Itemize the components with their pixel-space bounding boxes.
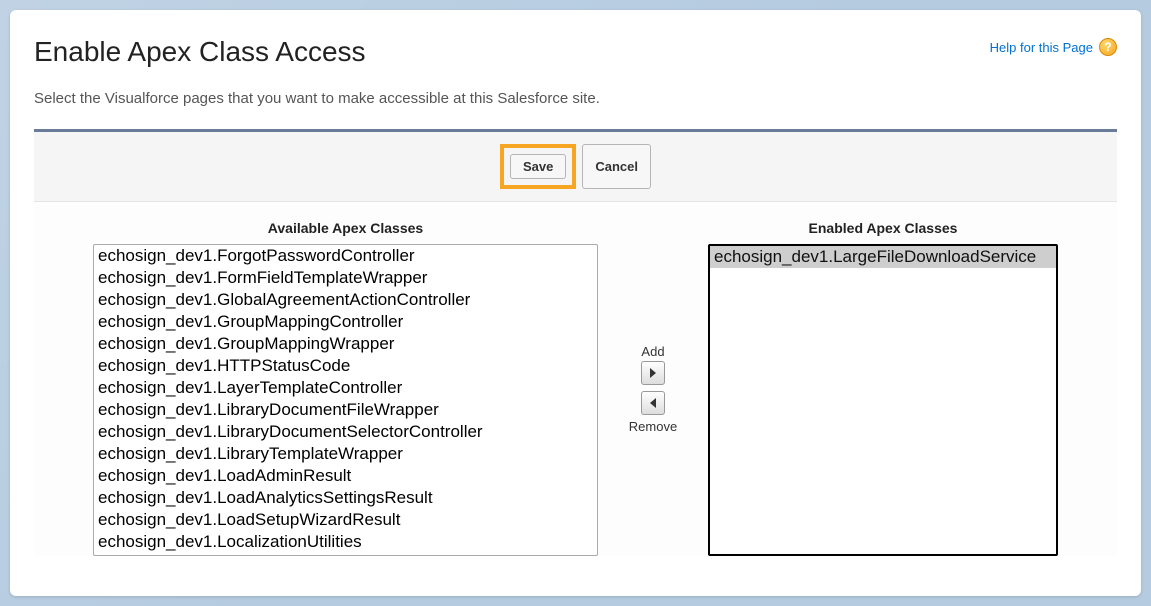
list-item[interactable]: echosign_dev1.LoadAdminResult bbox=[94, 465, 597, 487]
cancel-button[interactable]: Cancel bbox=[582, 144, 651, 189]
list-item[interactable]: echosign_dev1.GlobalAgreementActionContr… bbox=[94, 289, 597, 311]
list-item[interactable]: echosign_dev1.LargeFileDownloadService bbox=[710, 246, 1056, 268]
button-row: Save Cancel bbox=[34, 132, 1117, 202]
available-label: Available Apex Classes bbox=[268, 220, 423, 236]
list-item[interactable]: echosign_dev1.LayerTemplateController bbox=[94, 377, 597, 399]
list-item[interactable]: echosign_dev1.HTTPStatusCode bbox=[94, 355, 597, 377]
available-listbox[interactable]: echosign_dev1.ForgotPasswordControllerec… bbox=[93, 244, 598, 556]
list-item[interactable]: echosign_dev1.LocalizationUtilities bbox=[94, 531, 597, 553]
help-icon: ? bbox=[1099, 38, 1117, 56]
list-item[interactable]: echosign_dev1.LibraryDocumentFileWrapper bbox=[94, 399, 597, 421]
enabled-label: Enabled Apex Classes bbox=[809, 220, 958, 236]
list-item[interactable]: echosign_dev1.ForgotPasswordController bbox=[94, 245, 597, 267]
help-link[interactable]: Help for this Page ? bbox=[990, 28, 1117, 56]
list-item[interactable]: echosign_dev1.LibraryTemplateWrapper bbox=[94, 443, 597, 465]
remove-label: Remove bbox=[629, 419, 677, 434]
available-column: Available Apex Classes echosign_dev1.For… bbox=[93, 220, 598, 556]
list-item[interactable]: echosign_dev1.FormFieldTemplateWrapper bbox=[94, 267, 597, 289]
header-row: Enable Apex Class Access Help for this P… bbox=[34, 28, 1117, 80]
list-item[interactable]: echosign_dev1.GroupMappingController bbox=[94, 311, 597, 333]
dual-listbox: Available Apex Classes echosign_dev1.For… bbox=[34, 202, 1117, 556]
form-panel: Save Cancel Available Apex Classes echos… bbox=[34, 129, 1117, 556]
page-container: Enable Apex Class Access Help for this P… bbox=[10, 10, 1141, 596]
list-item[interactable]: echosign_dev1.LoadSetupWizardResult bbox=[94, 509, 597, 531]
enabled-listbox[interactable]: echosign_dev1.LargeFileDownloadService bbox=[708, 244, 1058, 556]
save-highlight: Save bbox=[500, 144, 576, 189]
list-item[interactable]: echosign_dev1.GroupMappingWrapper bbox=[94, 333, 597, 355]
remove-button[interactable] bbox=[641, 391, 665, 415]
page-description: Select the Visualforce pages that you wa… bbox=[34, 90, 1117, 107]
list-item[interactable]: echosign_dev1.LoadAnalyticsSettingsResul… bbox=[94, 487, 597, 509]
transfer-controls: Add Remove bbox=[618, 220, 688, 556]
add-button[interactable] bbox=[641, 361, 665, 385]
add-label: Add bbox=[641, 344, 664, 359]
list-item[interactable]: echosign_dev1.LibraryDocumentSelectorCon… bbox=[94, 421, 597, 443]
chevron-right-icon bbox=[649, 368, 657, 378]
save-button[interactable]: Save bbox=[510, 154, 566, 179]
enabled-column: Enabled Apex Classes echosign_dev1.Large… bbox=[708, 220, 1058, 556]
help-link-label: Help for this Page bbox=[990, 40, 1093, 55]
page-title: Enable Apex Class Access bbox=[34, 36, 366, 68]
chevron-left-icon bbox=[649, 398, 657, 408]
